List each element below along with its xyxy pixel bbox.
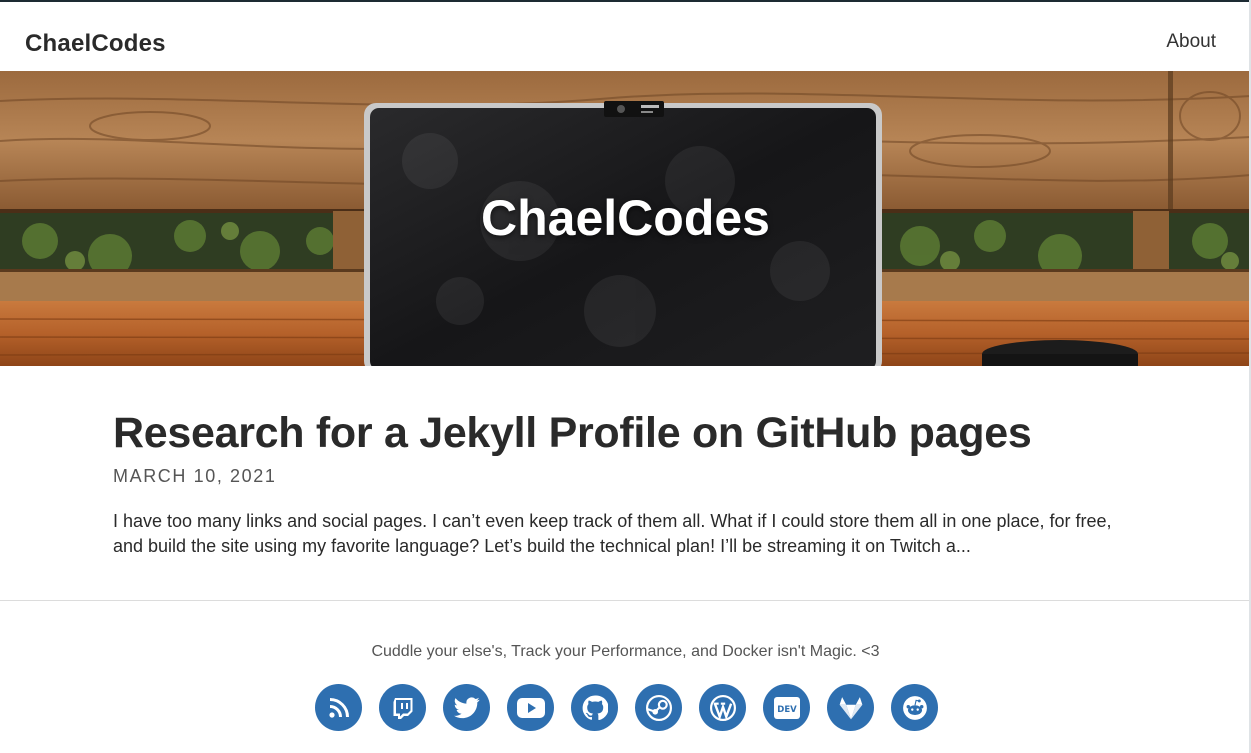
hero-title: ChaelCodes — [481, 190, 770, 246]
twitter-icon — [453, 696, 480, 718]
post-title-link[interactable]: Research for a Jekyll Profile on GitHub … — [113, 404, 1123, 462]
site-header: ChaelCodes About — [0, 2, 1251, 71]
post-preview: Research for a Jekyll Profile on GitHub … — [113, 404, 1123, 559]
github-link[interactable] — [571, 684, 618, 731]
twitch-icon — [393, 697, 412, 719]
twitch-link[interactable] — [379, 684, 426, 731]
twitter-link[interactable] — [443, 684, 490, 731]
footer-divider — [0, 600, 1251, 601]
steam-icon — [645, 694, 672, 721]
rss-icon — [328, 697, 349, 718]
youtube-link[interactable] — [507, 684, 554, 731]
nav-about-link[interactable]: About — [1166, 31, 1216, 53]
wordpress-link[interactable] — [699, 684, 746, 731]
social-links: DEV — [315, 684, 938, 732]
rss-link[interactable] — [315, 684, 362, 731]
post-excerpt: I have too many links and social pages. … — [113, 511, 1112, 556]
hero-banner: ChaelCodes — [0, 71, 1251, 366]
youtube-icon — [516, 697, 545, 718]
brand-link[interactable]: ChaelCodes — [25, 30, 166, 58]
wordpress-icon — [709, 694, 736, 721]
dev-icon: DEV — [773, 696, 800, 719]
svg-text:DEV: DEV — [777, 705, 797, 715]
steam-link[interactable] — [635, 684, 682, 731]
gitlab-icon — [839, 696, 862, 719]
dev-link[interactable]: DEV — [763, 684, 810, 731]
github-icon — [582, 695, 608, 720]
reddit-icon — [902, 695, 927, 720]
post-date: MARCH 10, 2021 — [113, 466, 277, 486]
footer-tagline: Cuddle your else's, Track your Performan… — [371, 643, 880, 660]
reddit-link[interactable] — [891, 684, 938, 731]
gitlab-link[interactable] — [827, 684, 874, 731]
